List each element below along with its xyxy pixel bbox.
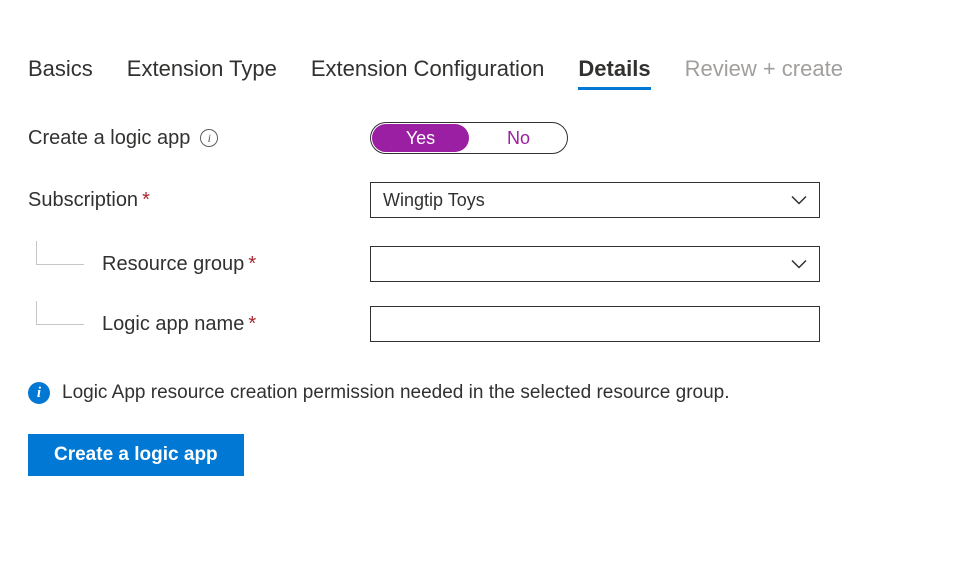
row-create-logic-app: Create a logic app i Yes No xyxy=(28,122,932,154)
info-icon[interactable]: i xyxy=(200,129,218,147)
row-subscription: Subscription * Wingtip Toys xyxy=(28,182,932,218)
row-logic-app-name: Logic app name * xyxy=(28,306,932,342)
tabs-nav: Basics Extension Type Extension Configur… xyxy=(28,56,932,88)
required-marker: * xyxy=(142,189,150,212)
tab-extension-type[interactable]: Extension Type xyxy=(127,56,277,88)
info-message-row: i Logic App resource creation permission… xyxy=(28,382,932,404)
select-subscription[interactable]: Wingtip Toys xyxy=(370,182,820,218)
required-marker: * xyxy=(248,313,256,336)
info-badge-icon: i xyxy=(28,382,50,404)
toggle-no[interactable]: No xyxy=(470,123,567,153)
tab-details[interactable]: Details xyxy=(578,56,650,88)
toggle-yes[interactable]: Yes xyxy=(372,124,469,152)
label-logic-app-name: Logic app name xyxy=(102,313,244,336)
chevron-down-icon xyxy=(791,254,807,275)
tab-basics[interactable]: Basics xyxy=(28,56,93,88)
label-subscription: Subscription xyxy=(28,189,138,212)
toggle-create-logic-app[interactable]: Yes No xyxy=(370,122,568,154)
tree-connector xyxy=(36,241,84,265)
tab-extension-configuration[interactable]: Extension Configuration xyxy=(311,56,545,88)
input-logic-app-name[interactable] xyxy=(370,306,820,342)
required-marker: * xyxy=(248,253,256,276)
row-resource-group: Resource group * xyxy=(28,246,932,282)
select-subscription-value: Wingtip Toys xyxy=(383,190,485,211)
label-resource-group: Resource group xyxy=(102,253,244,276)
chevron-down-icon xyxy=(791,190,807,211)
label-create-logic-app: Create a logic app xyxy=(28,127,190,150)
create-logic-app-button[interactable]: Create a logic app xyxy=(28,434,244,476)
tab-review-create: Review + create xyxy=(685,56,843,88)
select-resource-group[interactable] xyxy=(370,246,820,282)
tree-connector xyxy=(36,301,84,325)
info-message-text: Logic App resource creation permission n… xyxy=(62,382,730,404)
